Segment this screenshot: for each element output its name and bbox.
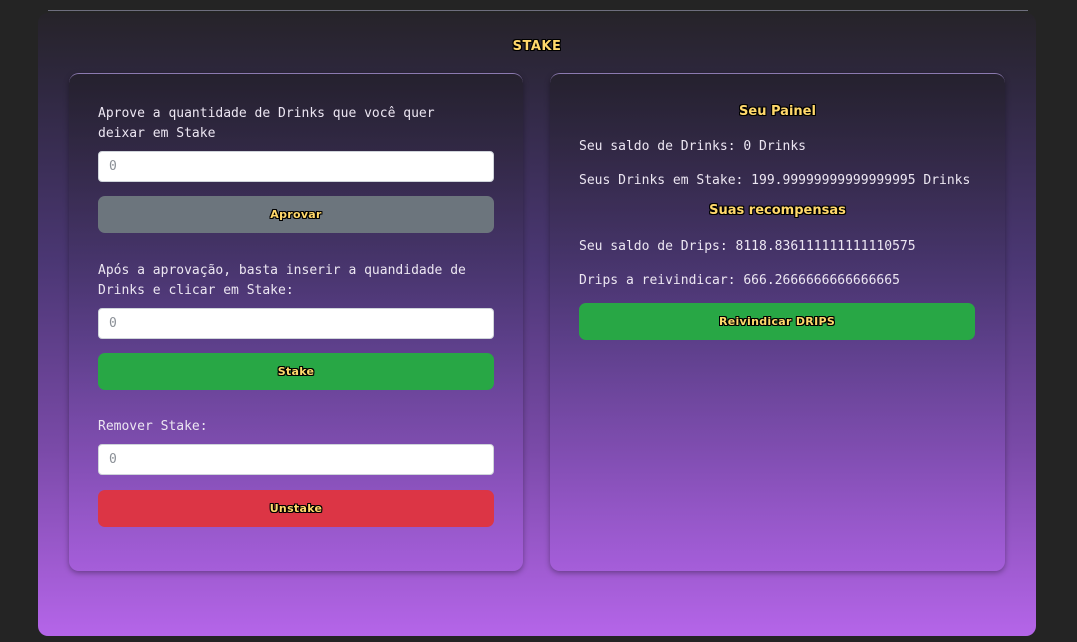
approve-label: Aprove a quantidade de Drinks que você q…: [98, 106, 435, 141]
stake-panel: STAKE Aprove a quantidade de Drinks que …: [38, 13, 1036, 636]
drinks-balance-text: Seu saldo de Drinks: 0 Drinks: [579, 139, 806, 154]
stake-button[interactable]: Stake: [98, 353, 494, 390]
drinks-staked-text: Seus Drinks em Stake: 199.99999999999999…: [579, 173, 971, 188]
unstake-amount-input[interactable]: [98, 444, 494, 475]
top-divider: [48, 10, 1028, 11]
drips-balance-text: Seu saldo de Drips: 8118.836111111111110…: [579, 239, 916, 254]
stake-label: Após a aprovação, basta inserir a quandi…: [98, 263, 466, 298]
dashboard-title: Seu Painel: [739, 104, 816, 119]
stake-amount-input[interactable]: [98, 308, 494, 339]
claim-drips-button[interactable]: Reivindicar DRIPS: [579, 303, 975, 340]
rewards-title: Suas recompensas: [709, 203, 846, 218]
unstake-button[interactable]: Unstake: [98, 490, 494, 527]
stake-form-card: Aprove a quantidade de Drinks que você q…: [69, 73, 523, 571]
page-title: STAKE: [512, 39, 562, 54]
approve-button[interactable]: Aprovar: [98, 196, 494, 233]
drips-claimable-text: Drips a reivindicar: 666.266666666666666…: [579, 273, 900, 288]
unstake-label: Remover Stake:: [98, 419, 208, 434]
approve-amount-input[interactable]: [98, 151, 494, 182]
dashboard-card: Seu Painel Seu saldo de Drinks: 0 Drinks…: [550, 73, 1005, 571]
